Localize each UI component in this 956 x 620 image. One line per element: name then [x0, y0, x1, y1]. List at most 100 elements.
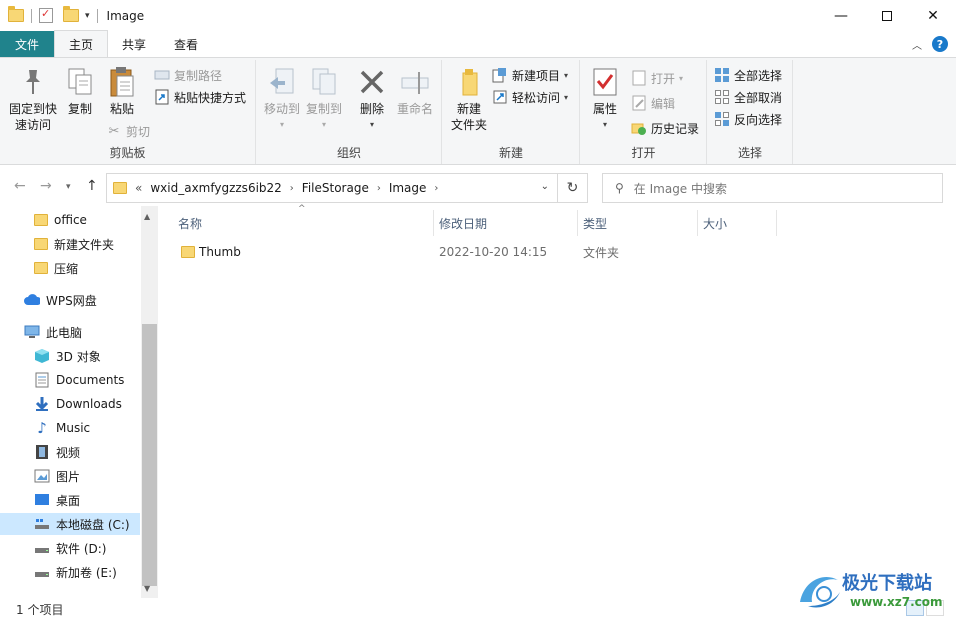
- sidebar-item-desktop[interactable]: 桌面: [0, 489, 140, 511]
- new-folder-button[interactable]: 新建 文件夹: [447, 66, 491, 133]
- new-item-button[interactable]: 新建项目 ▾: [492, 65, 568, 85]
- chevron-right-icon[interactable]: ›: [377, 183, 381, 194]
- quick-access-toolbar: ▾: [0, 6, 101, 23]
- column-divider[interactable]: [776, 210, 777, 236]
- properties-icon: [589, 66, 621, 98]
- sidebar-item-wps-cloud[interactable]: WPS网盘: [0, 289, 140, 311]
- customize-toolbar-dropdown-icon[interactable]: ▾: [85, 11, 90, 21]
- details-view-button[interactable]: [906, 600, 924, 616]
- scroll-up-icon[interactable]: ▲: [144, 212, 150, 221]
- sidebar-item-3d-objects[interactable]: 3D 对象: [0, 345, 140, 367]
- sidebar-item-music[interactable]: ♪ Music: [0, 417, 140, 439]
- copy-to-button[interactable]: 复制到 ▾: [303, 66, 345, 133]
- history-button[interactable]: 历史记录: [631, 118, 699, 138]
- properties-icon[interactable]: [39, 7, 53, 23]
- sidebar-item-this-pc[interactable]: 此电脑: [0, 321, 140, 343]
- chevron-right-icon[interactable]: ›: [434, 183, 438, 194]
- select-group-label: 选择: [737, 146, 762, 160]
- ribbon: 固定到快 速访问 复制 粘贴 复制路径 粘贴快捷方式 ✂ 剪切 剪贴板 移动到 …: [0, 57, 956, 165]
- sidebar-item-label: 压缩: [54, 261, 79, 276]
- copy-path-label: 复制路径: [174, 68, 223, 83]
- table-row[interactable]: Thumb 2022-10-20 14:15 文件夹: [172, 240, 772, 264]
- tab-share[interactable]: 共享: [108, 31, 160, 57]
- cut-button[interactable]: ✂ 剪切: [106, 121, 150, 141]
- sidebar-item-downloads[interactable]: Downloads: [0, 393, 140, 415]
- rename-button[interactable]: 重命名: [393, 66, 437, 117]
- sidebar-item-pictures[interactable]: 图片: [0, 465, 140, 487]
- invert-selection-button[interactable]: 反向选择: [714, 109, 782, 129]
- tab-file[interactable]: 文件: [0, 31, 55, 57]
- column-header-size[interactable]: 大小: [703, 212, 727, 234]
- recent-locations-button[interactable]: ▾: [66, 182, 71, 192]
- delete-icon: [356, 66, 388, 98]
- select-none-button[interactable]: 全部取消: [714, 87, 782, 107]
- breadcrumb-overflow[interactable]: «: [135, 181, 142, 195]
- breadcrumb-item[interactable]: Image: [389, 181, 427, 195]
- address-bar[interactable]: « wxid_axmfygzzs6ib22 › FileStorage › Im…: [106, 173, 558, 203]
- pin-icon: [17, 66, 49, 98]
- up-button[interactable]: ↑: [86, 178, 98, 194]
- edit-button[interactable]: 编辑: [631, 93, 675, 113]
- column-header-type[interactable]: 类型: [583, 212, 607, 234]
- rename-label: 重命名: [396, 102, 433, 116]
- copy-button[interactable]: 复制: [62, 66, 98, 117]
- paste-button[interactable]: 粘贴: [102, 66, 142, 117]
- new-folder-icon[interactable]: [63, 6, 79, 22]
- folder-icon: [181, 246, 195, 258]
- sidebar-scrollbar[interactable]: ▲ ▼: [141, 206, 158, 598]
- edit-icon: [631, 95, 647, 111]
- column-header-modified[interactable]: 修改日期: [439, 212, 487, 234]
- paste-shortcut-button[interactable]: 粘贴快捷方式: [154, 87, 246, 107]
- scrollbar-thumb[interactable]: [142, 324, 157, 586]
- sidebar-item-documents[interactable]: Documents: [0, 369, 140, 391]
- back-button[interactable]: ←: [14, 178, 26, 194]
- move-to-button[interactable]: 移动到 ▾: [261, 66, 303, 133]
- refresh-button[interactable]: ↻: [558, 173, 588, 203]
- maximize-button[interactable]: [864, 0, 910, 31]
- column-divider[interactable]: [577, 210, 578, 236]
- help-icon[interactable]: ?: [932, 36, 948, 52]
- forward-button[interactable]: →: [40, 178, 52, 194]
- sidebar-item-drive-e[interactable]: 新加卷 (E:): [0, 561, 140, 583]
- delete-label: 删除: [359, 102, 384, 116]
- scroll-down-icon[interactable]: ▼: [144, 584, 150, 593]
- column-header-name[interactable]: 名称: [178, 212, 202, 234]
- folder-icon: [8, 6, 24, 22]
- copy-path-button[interactable]: 复制路径: [154, 65, 222, 85]
- sidebar-item-drive-d[interactable]: 软件 (D:): [0, 537, 140, 559]
- sidebar-item-label: 3D 对象: [56, 349, 101, 364]
- pin-quick-access-button[interactable]: 固定到快 速访问: [6, 66, 60, 133]
- sidebar-item-new-folder[interactable]: 新建文件夹: [0, 233, 140, 255]
- collapse-ribbon-icon[interactable]: ︿: [912, 37, 922, 52]
- search-input[interactable]: ⚲ 在 Image 中搜索: [602, 173, 943, 203]
- column-divider[interactable]: [433, 210, 434, 236]
- tab-home[interactable]: 主页: [54, 30, 109, 57]
- properties-button[interactable]: 属性 ▾: [585, 66, 625, 133]
- tab-view[interactable]: 查看: [160, 31, 212, 57]
- breadcrumb-item[interactable]: FileStorage: [302, 181, 369, 195]
- sidebar-item-label: 图片: [56, 469, 81, 484]
- navigation-bar: ← → ▾ ↑ « wxid_axmfygzzs6ib22 › FileStor…: [0, 166, 956, 206]
- sidebar-item-drive-c[interactable]: 本地磁盘 (C:): [0, 513, 140, 535]
- sidebar-item-label: office: [54, 213, 87, 227]
- address-history-dropdown-icon[interactable]: ⌄: [541, 181, 549, 192]
- open-button[interactable]: 打开 ▾: [631, 68, 683, 88]
- new-item-icon: [492, 67, 508, 83]
- sidebar-item-videos[interactable]: 视频: [0, 441, 140, 463]
- chevron-right-icon[interactable]: ›: [290, 183, 294, 194]
- select-all-button[interactable]: 全部选择: [714, 65, 782, 85]
- large-icons-view-button[interactable]: [926, 600, 944, 616]
- sidebar-item-label: 新建文件夹: [54, 237, 115, 252]
- breadcrumb-item[interactable]: wxid_axmfygzzs6ib22: [150, 181, 281, 195]
- delete-button[interactable]: 删除 ▾: [353, 66, 391, 133]
- paste-shortcut-icon: [154, 89, 170, 105]
- new-group-label: 新建: [498, 146, 523, 160]
- easy-access-button[interactable]: 轻松访问 ▾: [492, 87, 568, 107]
- sidebar-item-office[interactable]: office: [0, 209, 140, 231]
- minimize-button[interactable]: —: [818, 0, 864, 31]
- sidebar-item-compress[interactable]: 压缩: [0, 257, 140, 279]
- column-divider[interactable]: [697, 210, 698, 236]
- history-label: 历史记录: [651, 121, 700, 136]
- close-button[interactable]: ✕: [910, 0, 956, 31]
- organize-group: 移动到 ▾ 复制到 ▾ 删除 ▾ 重命名 组织: [257, 60, 442, 164]
